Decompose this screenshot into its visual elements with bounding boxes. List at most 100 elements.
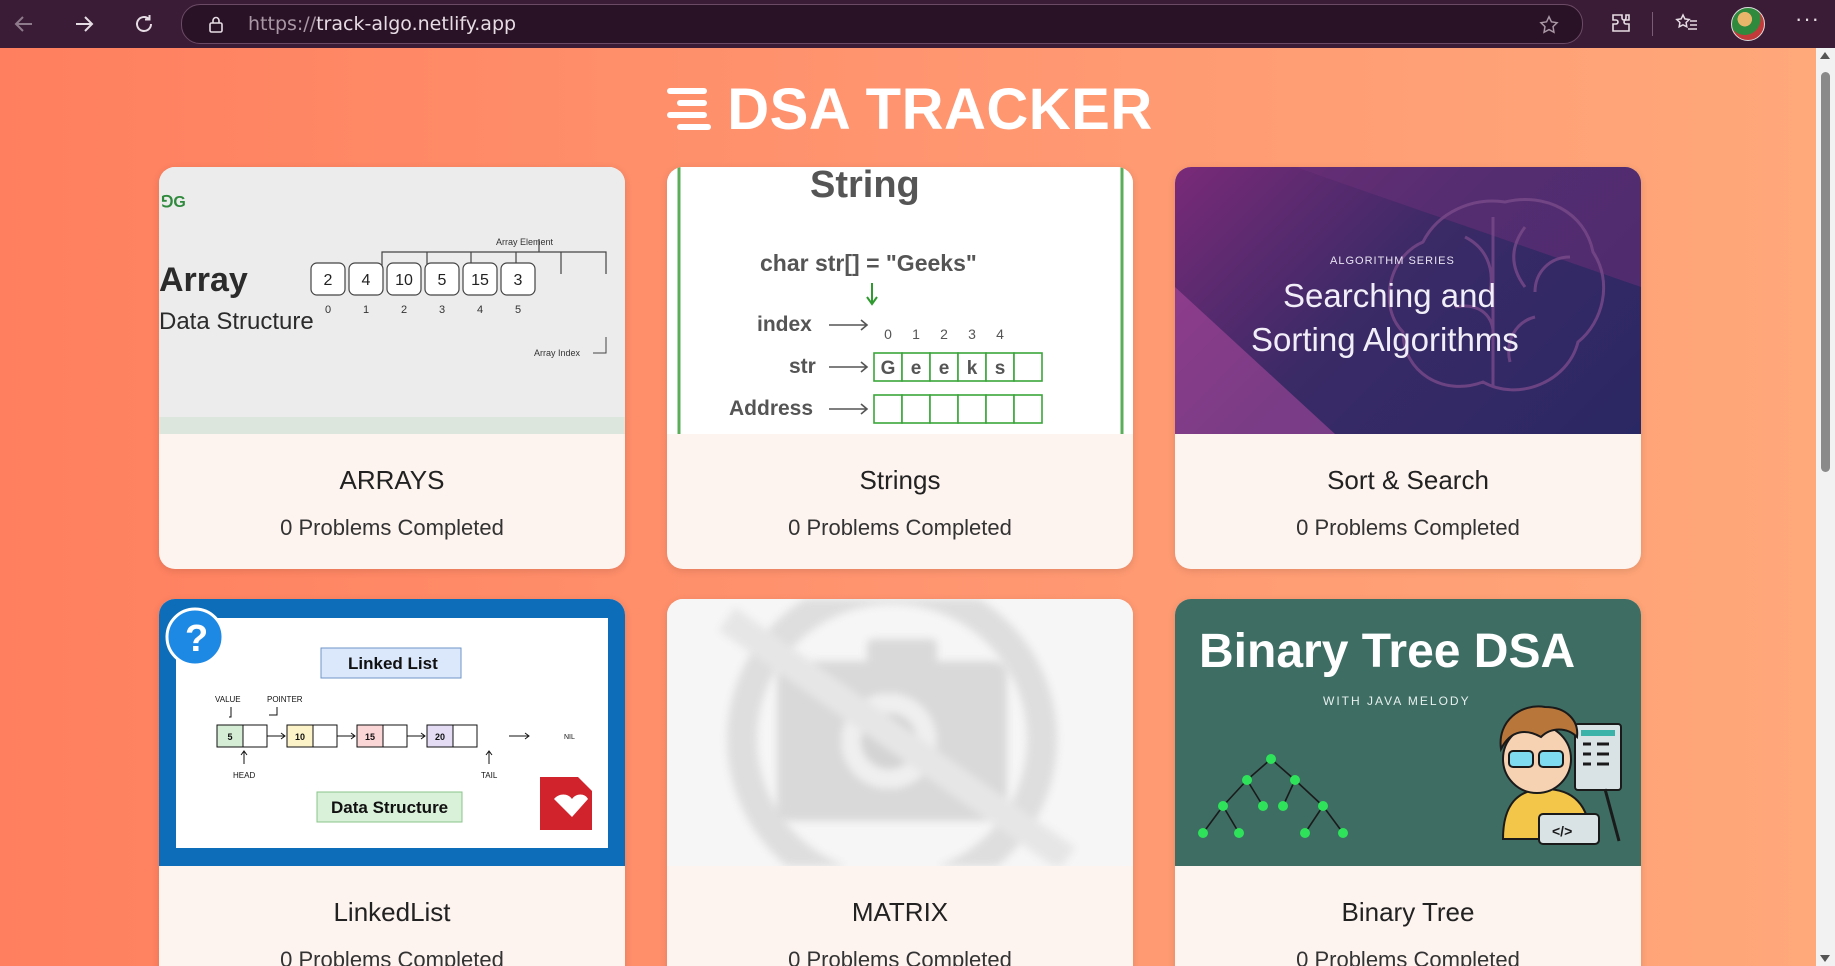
array-index-value: 1: [363, 304, 369, 316]
linkedlist-pointer: [312, 724, 338, 748]
linkedlist-pointer: [382, 724, 408, 748]
topic-card-arrays[interactable]: ⅁G Array Data Structure Array Element 2 0…: [159, 167, 625, 569]
topic-card-linkedlist[interactable]: ? Linked List VALUE POINTER 5 10 15 20 NIL …: [159, 599, 625, 966]
extensions-icon: [1612, 14, 1630, 32]
string-index-value: 4: [996, 326, 1004, 342]
array-cell-value: 4: [362, 272, 371, 289]
favorites-button[interactable]: [1672, 8, 1702, 38]
string-char: k: [967, 358, 978, 379]
array-cell-value: 15: [471, 272, 489, 289]
card-progress: 0 Problems Completed: [280, 947, 504, 966]
array-cell-value: 10: [395, 272, 413, 289]
linkedlist-thumbnail: ? Linked List VALUE POINTER 5 10 15 20 NIL …: [159, 599, 625, 866]
gfg-logo: ⅁G: [161, 194, 186, 211]
array-index-value: 3: [439, 304, 445, 316]
array-heading: Array: [159, 261, 248, 299]
scroll-down-arrow-icon[interactable]: [1820, 955, 1830, 962]
page-scrollbar[interactable]: [1816, 48, 1835, 966]
string-address-cell: [929, 394, 959, 424]
linkedlist-node-value: 10: [295, 732, 305, 742]
string-address-cell: [873, 394, 903, 424]
string-index-value: 1: [912, 326, 920, 342]
nil-label: NIL: [564, 734, 575, 741]
array-index-value: 2: [401, 304, 407, 316]
string-address-cell: [901, 394, 931, 424]
string-char: s: [995, 358, 1006, 379]
forward-button[interactable]: [64, 4, 104, 44]
linkedlist-pointer: [452, 724, 478, 748]
topic-card-binary-tree[interactable]: Binary Tree DSA WITH JAVA MELODY </> Bin…: [1175, 599, 1641, 966]
url-text[interactable]: https://track-algo.netlify.app: [248, 13, 516, 35]
refresh-icon: [136, 15, 152, 32]
programmer-illustration-icon: </>: [1499, 705, 1622, 845]
string-address-cell: [1013, 394, 1043, 424]
card-title: LinkedList: [333, 897, 451, 927]
scroll-up-arrow-icon[interactable]: [1820, 52, 1830, 59]
head-label: HEAD: [233, 771, 255, 780]
broken-image-icon: [718, 599, 1076, 866]
card-progress: 0 Problems Completed: [280, 515, 504, 540]
array-index-value: 0: [325, 304, 331, 316]
extensions-button[interactable]: [1606, 8, 1636, 38]
string-declaration: char str[] = "Geeks": [760, 250, 977, 276]
string-index-value: 3: [968, 326, 976, 342]
help-badge: ?: [185, 618, 208, 660]
array-index-value: 5: [515, 304, 521, 316]
string-address-row-label: Address: [729, 397, 813, 420]
card-title: ARRAYS: [339, 465, 445, 495]
sort-line-2: Sorting Algorithms: [1251, 321, 1519, 358]
back-button[interactable]: [4, 4, 44, 44]
card-progress: 0 Problems Completed: [788, 947, 1012, 966]
matrix-thumbnail: [667, 599, 1133, 866]
string-char: G: [881, 358, 896, 379]
topic-card-sort-search[interactable]: ALGORITHM SERIES Searching and Sorting A…: [1175, 167, 1641, 569]
card-progress: 0 Problems Completed: [1296, 515, 1520, 540]
page-title: DSA TRACKER: [727, 77, 1153, 142]
strings-thumbnail: String char str[] = "Geeks" index str Ad…: [667, 167, 1133, 434]
string-index-row-label: index: [757, 313, 812, 336]
tree-subheading: WITH JAVA MELODY: [1323, 694, 1471, 708]
tree-diagram-icon: [1202, 758, 1344, 834]
string-str-row-label: str: [789, 355, 816, 378]
page-content: DSA TRACKER ⅁G Array Data Structure Arra…: [0, 48, 1816, 966]
string-address-cell: [985, 394, 1015, 424]
card-progress: 0 Problems Completed: [788, 515, 1012, 540]
scroll-thumb[interactable]: [1821, 72, 1830, 472]
string-index-value: 2: [940, 326, 948, 342]
sort-search-thumbnail: ALGORITHM SERIES Searching and Sorting A…: [1175, 167, 1641, 434]
address-bar[interactable]: https://track-algo.netlify.app: [181, 4, 1583, 44]
arrays-thumbnail: ⅁G Array Data Structure Array Element 2 0…: [159, 167, 625, 434]
binary-tree-thumbnail: Binary Tree DSA WITH JAVA MELODY </>: [1175, 599, 1641, 866]
svg-text:</>: </>: [1552, 823, 1572, 839]
more-icon[interactable]: ···: [1795, 6, 1820, 32]
string-index-value: 0: [884, 326, 892, 342]
card-title: Sort & Search: [1327, 465, 1489, 495]
linkedlist-node-value: 5: [227, 732, 232, 742]
array-subheading: Data Structure: [159, 308, 314, 335]
page-header: DSA TRACKER: [0, 76, 1816, 143]
array-cell-value: 2: [324, 272, 333, 289]
tree-heading: Binary Tree DSA: [1199, 625, 1575, 678]
array-index-value: 4: [477, 304, 483, 316]
topic-card-matrix[interactable]: MATRIX 0 Problems Completed: [667, 599, 1133, 966]
toolbar-separator: [1652, 12, 1653, 36]
card-progress: 0 Problems Completed: [1296, 947, 1520, 966]
profile-avatar[interactable]: [1731, 7, 1765, 41]
tail-label: TAIL: [481, 771, 498, 780]
linkedlist-heading: Linked List: [348, 654, 438, 673]
string-address-cell: [957, 394, 987, 424]
refresh-button[interactable]: [124, 4, 164, 44]
star-icon[interactable]: [1538, 14, 1560, 36]
forward-icon: [76, 16, 94, 32]
topic-card-strings[interactable]: String char str[] = "Geeks" index str Ad…: [667, 167, 1133, 569]
series-label: ALGORITHM SERIES: [1330, 255, 1455, 267]
string-heading: String: [810, 167, 920, 206]
string-char: e: [911, 358, 922, 379]
linkedlist-pointer: [242, 724, 268, 748]
back-icon: [14, 16, 32, 32]
array-element-label: Array Element: [496, 237, 554, 247]
pointer-label: POINTER: [267, 695, 303, 704]
card-title: Binary Tree: [1341, 897, 1475, 927]
lock-icon[interactable]: [206, 14, 226, 34]
value-label: VALUE: [215, 695, 241, 704]
